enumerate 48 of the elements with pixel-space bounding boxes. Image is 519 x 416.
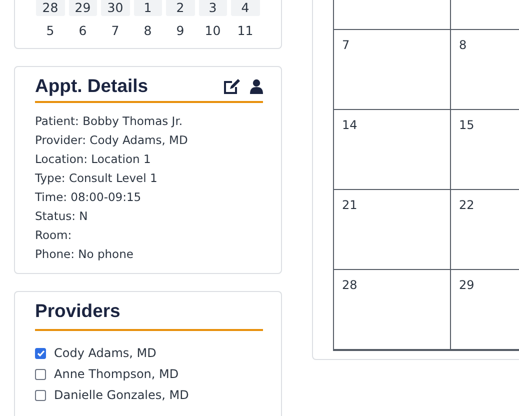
checkbox[interactable]: [35, 348, 46, 359]
detail-line: Patient: Bobby Thomas Jr.: [35, 113, 184, 130]
day-number: 29: [459, 278, 474, 292]
provider-name[interactable]: Cody Adams, MD: [54, 343, 156, 364]
edit-icon[interactable]: [222, 78, 240, 94]
card-title: Appt. Details: [35, 75, 148, 97]
day-number: 28: [342, 278, 358, 292]
day-cell[interactable]: 30: [101, 0, 130, 16]
detail-line: Phone: No phone: [35, 246, 134, 263]
day-number: 7: [342, 38, 350, 52]
calendar-cell[interactable]: 8: [451, 30, 519, 110]
detail-line: Room:: [35, 227, 73, 244]
calendar-cell[interactable]: 29: [451, 270, 519, 350]
day-cell[interactable]: 5: [36, 21, 64, 39]
day-cell[interactable]: 2: [166, 0, 194, 16]
detail-line: Time: 08:00-09:15: [35, 189, 142, 206]
day-cell[interactable]: 9: [166, 21, 194, 39]
day-number: 14: [342, 118, 358, 132]
day-number: 8: [459, 38, 467, 52]
day-cell[interactable]: 4: [231, 0, 260, 16]
calendar-cell[interactable]: 28: [334, 270, 451, 350]
user-icon[interactable]: [250, 78, 263, 94]
day-cell[interactable]: 6: [68, 21, 97, 39]
day-cell[interactable]: 10: [198, 21, 227, 39]
detail-line: Type: Consult Level 1: [35, 170, 158, 187]
detail-line: Status: N: [35, 208, 89, 225]
calendar-cell[interactable]: 14: [334, 110, 451, 190]
provider-name[interactable]: Danielle Gonzales, MD: [54, 385, 189, 406]
day-cell[interactable]: 11: [231, 21, 260, 39]
calendar-cell[interactable]: 15: [451, 110, 519, 190]
detail-line: Location: Location 1: [35, 151, 152, 168]
detail-line: Provider: Cody Adams, MD: [35, 132, 189, 149]
calendar-cell[interactable]: 22: [451, 190, 519, 270]
checkbox[interactable]: [35, 390, 46, 401]
day-cell[interactable]: 1: [134, 0, 162, 16]
day-cell[interactable]: 7: [101, 21, 130, 39]
day-number: 21: [342, 198, 358, 212]
provider-name[interactable]: Anne Thompson, MD: [54, 364, 179, 385]
day-number: 15: [459, 118, 474, 132]
day-cell[interactable]: 8: [134, 21, 162, 39]
day-cell[interactable]: 29: [68, 0, 97, 16]
card-title: Providers: [35, 300, 263, 331]
calendar-cell[interactable]: 21: [334, 190, 451, 270]
day-cell[interactable]: 28: [36, 0, 64, 16]
calendar-cell[interactable]: 7: [334, 30, 451, 110]
checkbox[interactable]: [35, 369, 46, 380]
day-number: 22: [459, 198, 474, 212]
day-cell[interactable]: 3: [198, 0, 227, 16]
